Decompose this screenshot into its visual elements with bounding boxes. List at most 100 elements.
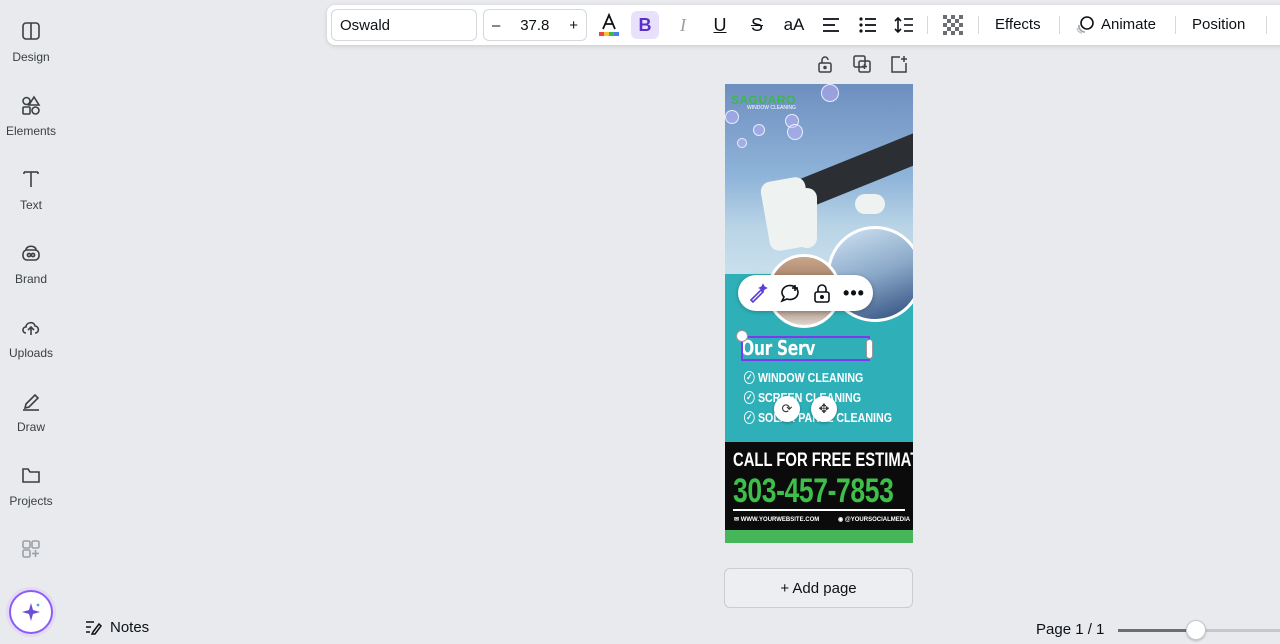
sidebar-item-label: Projects: [9, 494, 53, 508]
sidebar-item-label: Draw: [16, 420, 45, 434]
brand-logo-tagline: WINDOW CLEANING: [747, 105, 796, 111]
italic-button[interactable]: I: [669, 11, 697, 39]
checkmark-icon: ✓: [744, 371, 755, 384]
page-indicator[interactable]: Page 1 / 1: [1036, 621, 1104, 638]
bold-button[interactable]: B: [631, 11, 659, 39]
magic-edit-button[interactable]: [744, 279, 772, 307]
font-family-select[interactable]: Oswald: [331, 9, 477, 41]
green-footer-band: [725, 530, 913, 543]
bubble-graphic: [737, 138, 747, 148]
zoom-slider-thumb[interactable]: [1186, 620, 1206, 640]
service-list-item: ✓ SCREEN CLEANING: [744, 390, 861, 405]
element-context-menu: •••: [738, 275, 873, 311]
rotate-icon: ⟳: [781, 401, 793, 416]
add-page-icon: [891, 56, 907, 73]
apps-icon: [22, 540, 40, 558]
sidebar-item-elements[interactable]: Elements: [0, 94, 62, 154]
text-case-icon: aA: [783, 15, 805, 34]
service-label: WINDOW CLEANING: [757, 370, 864, 385]
underline-icon: U: [713, 14, 727, 35]
rotate-handle[interactable]: ⟳: [774, 396, 800, 422]
more-options-button[interactable]: •••: [840, 279, 868, 307]
magic-assistant-button[interactable]: [9, 590, 53, 634]
checkmark-icon: ✓: [744, 391, 755, 404]
sidebar-item-uploads[interactable]: Uploads: [0, 316, 62, 376]
list-button[interactable]: [854, 11, 882, 39]
website-text: ✉ WWW.YOURWEBSITE.COM: [734, 517, 820, 523]
font-size-value[interactable]: 37.8: [520, 17, 549, 34]
design-icon: [22, 22, 40, 40]
notes-label: Notes: [110, 618, 150, 636]
lock-page-button[interactable]: [816, 55, 834, 78]
align-left-icon: [823, 18, 839, 32]
increase-size-button[interactable]: +: [569, 17, 578, 34]
sidebar-item-label: Text: [19, 198, 42, 212]
lock-element-button[interactable]: [808, 279, 836, 307]
lock-icon: [814, 284, 830, 303]
more-dots-icon: •••: [843, 282, 865, 303]
bubble-graphic: [725, 110, 739, 124]
spacing-button[interactable]: [890, 11, 918, 39]
website-label: WWW.YOURWEBSITE.COM: [740, 517, 820, 523]
sidebar-item-draw[interactable]: Draw: [0, 390, 62, 450]
zoom-slider-fill: [1118, 629, 1187, 632]
add-comment-button[interactable]: [776, 279, 804, 307]
resize-handle[interactable]: [736, 330, 748, 342]
social-text: ◉ @YOURSOCIALMEDIA: [838, 517, 911, 523]
move-handle[interactable]: ✥: [811, 396, 837, 422]
notes-button[interactable]: Notes: [84, 618, 149, 636]
footer-divider: [733, 509, 905, 511]
text-color-icon: [599, 12, 619, 36]
animate-icon: [1076, 16, 1094, 34]
social-label: @YOURSOCIALMEDIA: [844, 517, 911, 523]
sidebar-item-projects[interactable]: Projects: [0, 464, 62, 524]
sidebar-item-brand[interactable]: Brand: [0, 242, 62, 302]
foam-graphic: [855, 194, 885, 214]
sidebar-item-apps[interactable]: [0, 538, 62, 598]
strikethrough-icon: S: [750, 14, 763, 35]
italic-icon: I: [680, 14, 686, 35]
elements-icon: [22, 95, 41, 115]
cta-text: CALL FOR FREE ESTIMATE: [733, 450, 913, 471]
foam-graphic: [797, 188, 817, 248]
sidebar-item-text[interactable]: Text: [0, 168, 62, 228]
side-resize-handle[interactable]: [866, 339, 873, 359]
text-case-button[interactable]: aA: [780, 11, 808, 39]
projects-icon: [22, 468, 40, 483]
bubble-graphic: [787, 124, 803, 140]
bold-icon: B: [638, 14, 652, 35]
toolbar-divider: [978, 16, 979, 34]
lock-icon: [818, 56, 832, 73]
text-color-button[interactable]: [595, 11, 623, 39]
notes-icon: [86, 621, 102, 635]
text-toolbar: Oswald – 37.8 + B I U S aA Effects Anima…: [327, 5, 1280, 45]
transparency-button[interactable]: [939, 11, 967, 39]
animate-button[interactable]: Animate: [1101, 16, 1156, 33]
position-button[interactable]: Position: [1192, 16, 1245, 33]
alignment-button[interactable]: [817, 11, 845, 39]
draw-icon: [23, 393, 40, 411]
service-list-item: ✓ WINDOW CLEANING: [744, 370, 863, 385]
duplicate-icon: [853, 55, 871, 73]
magic-wand-icon: [749, 283, 768, 303]
design-page[interactable]: SAGUARO WINDOW CLEANING Our Serv ✓ WINDO…: [725, 84, 913, 543]
sidebar-item-label: Design: [12, 50, 50, 64]
uploads-icon: [22, 321, 40, 335]
add-page-icon-button[interactable]: [890, 55, 908, 78]
strikethrough-button[interactable]: S: [743, 11, 771, 39]
duplicate-page-button[interactable]: [853, 55, 871, 78]
animate-icon-wrap[interactable]: [1071, 11, 1099, 39]
add-page-button[interactable]: + Add page: [724, 568, 913, 608]
font-size-stepper[interactable]: – 37.8 +: [483, 9, 587, 41]
sidebar-item-label: Elements: [5, 124, 57, 138]
toolbar-divider: [927, 16, 928, 34]
sidebar-item-design[interactable]: Design: [0, 20, 62, 80]
move-icon: ✥: [818, 401, 830, 416]
underline-button[interactable]: U: [706, 11, 734, 39]
decrease-size-button[interactable]: –: [492, 17, 500, 34]
line-spacing-icon: [894, 16, 913, 34]
toolbar-divider: [1266, 16, 1267, 34]
font-family-value: Oswald: [340, 16, 391, 34]
effects-button[interactable]: Effects: [995, 16, 1041, 33]
text-selection-box[interactable]: [741, 336, 870, 361]
